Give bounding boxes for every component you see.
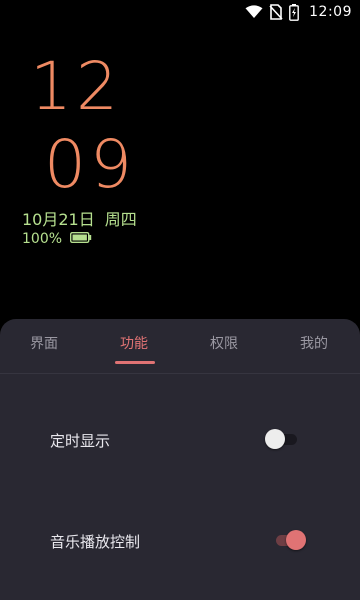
tab-interface[interactable]: 界面 [30, 333, 58, 353]
clock-minute: 09 [44, 126, 136, 203]
clock-hour: 12 [30, 48, 122, 125]
tab-bar: 界面 功能 权限 我的 [0, 319, 360, 374]
tab-permissions[interactable]: 权限 [210, 333, 238, 353]
battery-line: 100% [22, 231, 92, 247]
weekday-text: 周四 [104, 210, 137, 229]
battery-charging-icon [289, 3, 300, 21]
date-line: 10月21日 周四 [22, 206, 137, 230]
screen: 12:09 12 09 10月21日 周四 100% 界面 功能 权限 我的 定… [0, 0, 360, 600]
toggle-thumb [265, 429, 285, 449]
active-tab-indicator [115, 361, 155, 364]
date-text: 10月21日 [22, 210, 95, 229]
no-sim-icon [269, 4, 283, 20]
battery-icon [70, 231, 92, 247]
battery-percent: 100% [22, 231, 63, 247]
setting-label-timed-display: 定时显示 [50, 432, 111, 450]
timed-display-toggle[interactable] [265, 429, 301, 449]
wifi-icon [245, 5, 263, 19]
status-bar: 12:09 [0, 0, 360, 24]
setting-label-music-control: 音乐播放控制 [50, 533, 141, 551]
settings-panel: 界面 功能 权限 我的 定时显示 音乐播放控制 [0, 319, 360, 600]
setting-row-timed-display[interactable]: 定时显示 [0, 418, 360, 462]
tab-mine[interactable]: 我的 [300, 333, 328, 353]
setting-row-music-control[interactable]: 音乐播放控制 [0, 519, 360, 563]
status-time: 12:09 [309, 4, 352, 20]
music-control-toggle[interactable] [270, 530, 306, 550]
tab-features[interactable]: 功能 [120, 333, 148, 353]
toggle-thumb [286, 530, 306, 550]
